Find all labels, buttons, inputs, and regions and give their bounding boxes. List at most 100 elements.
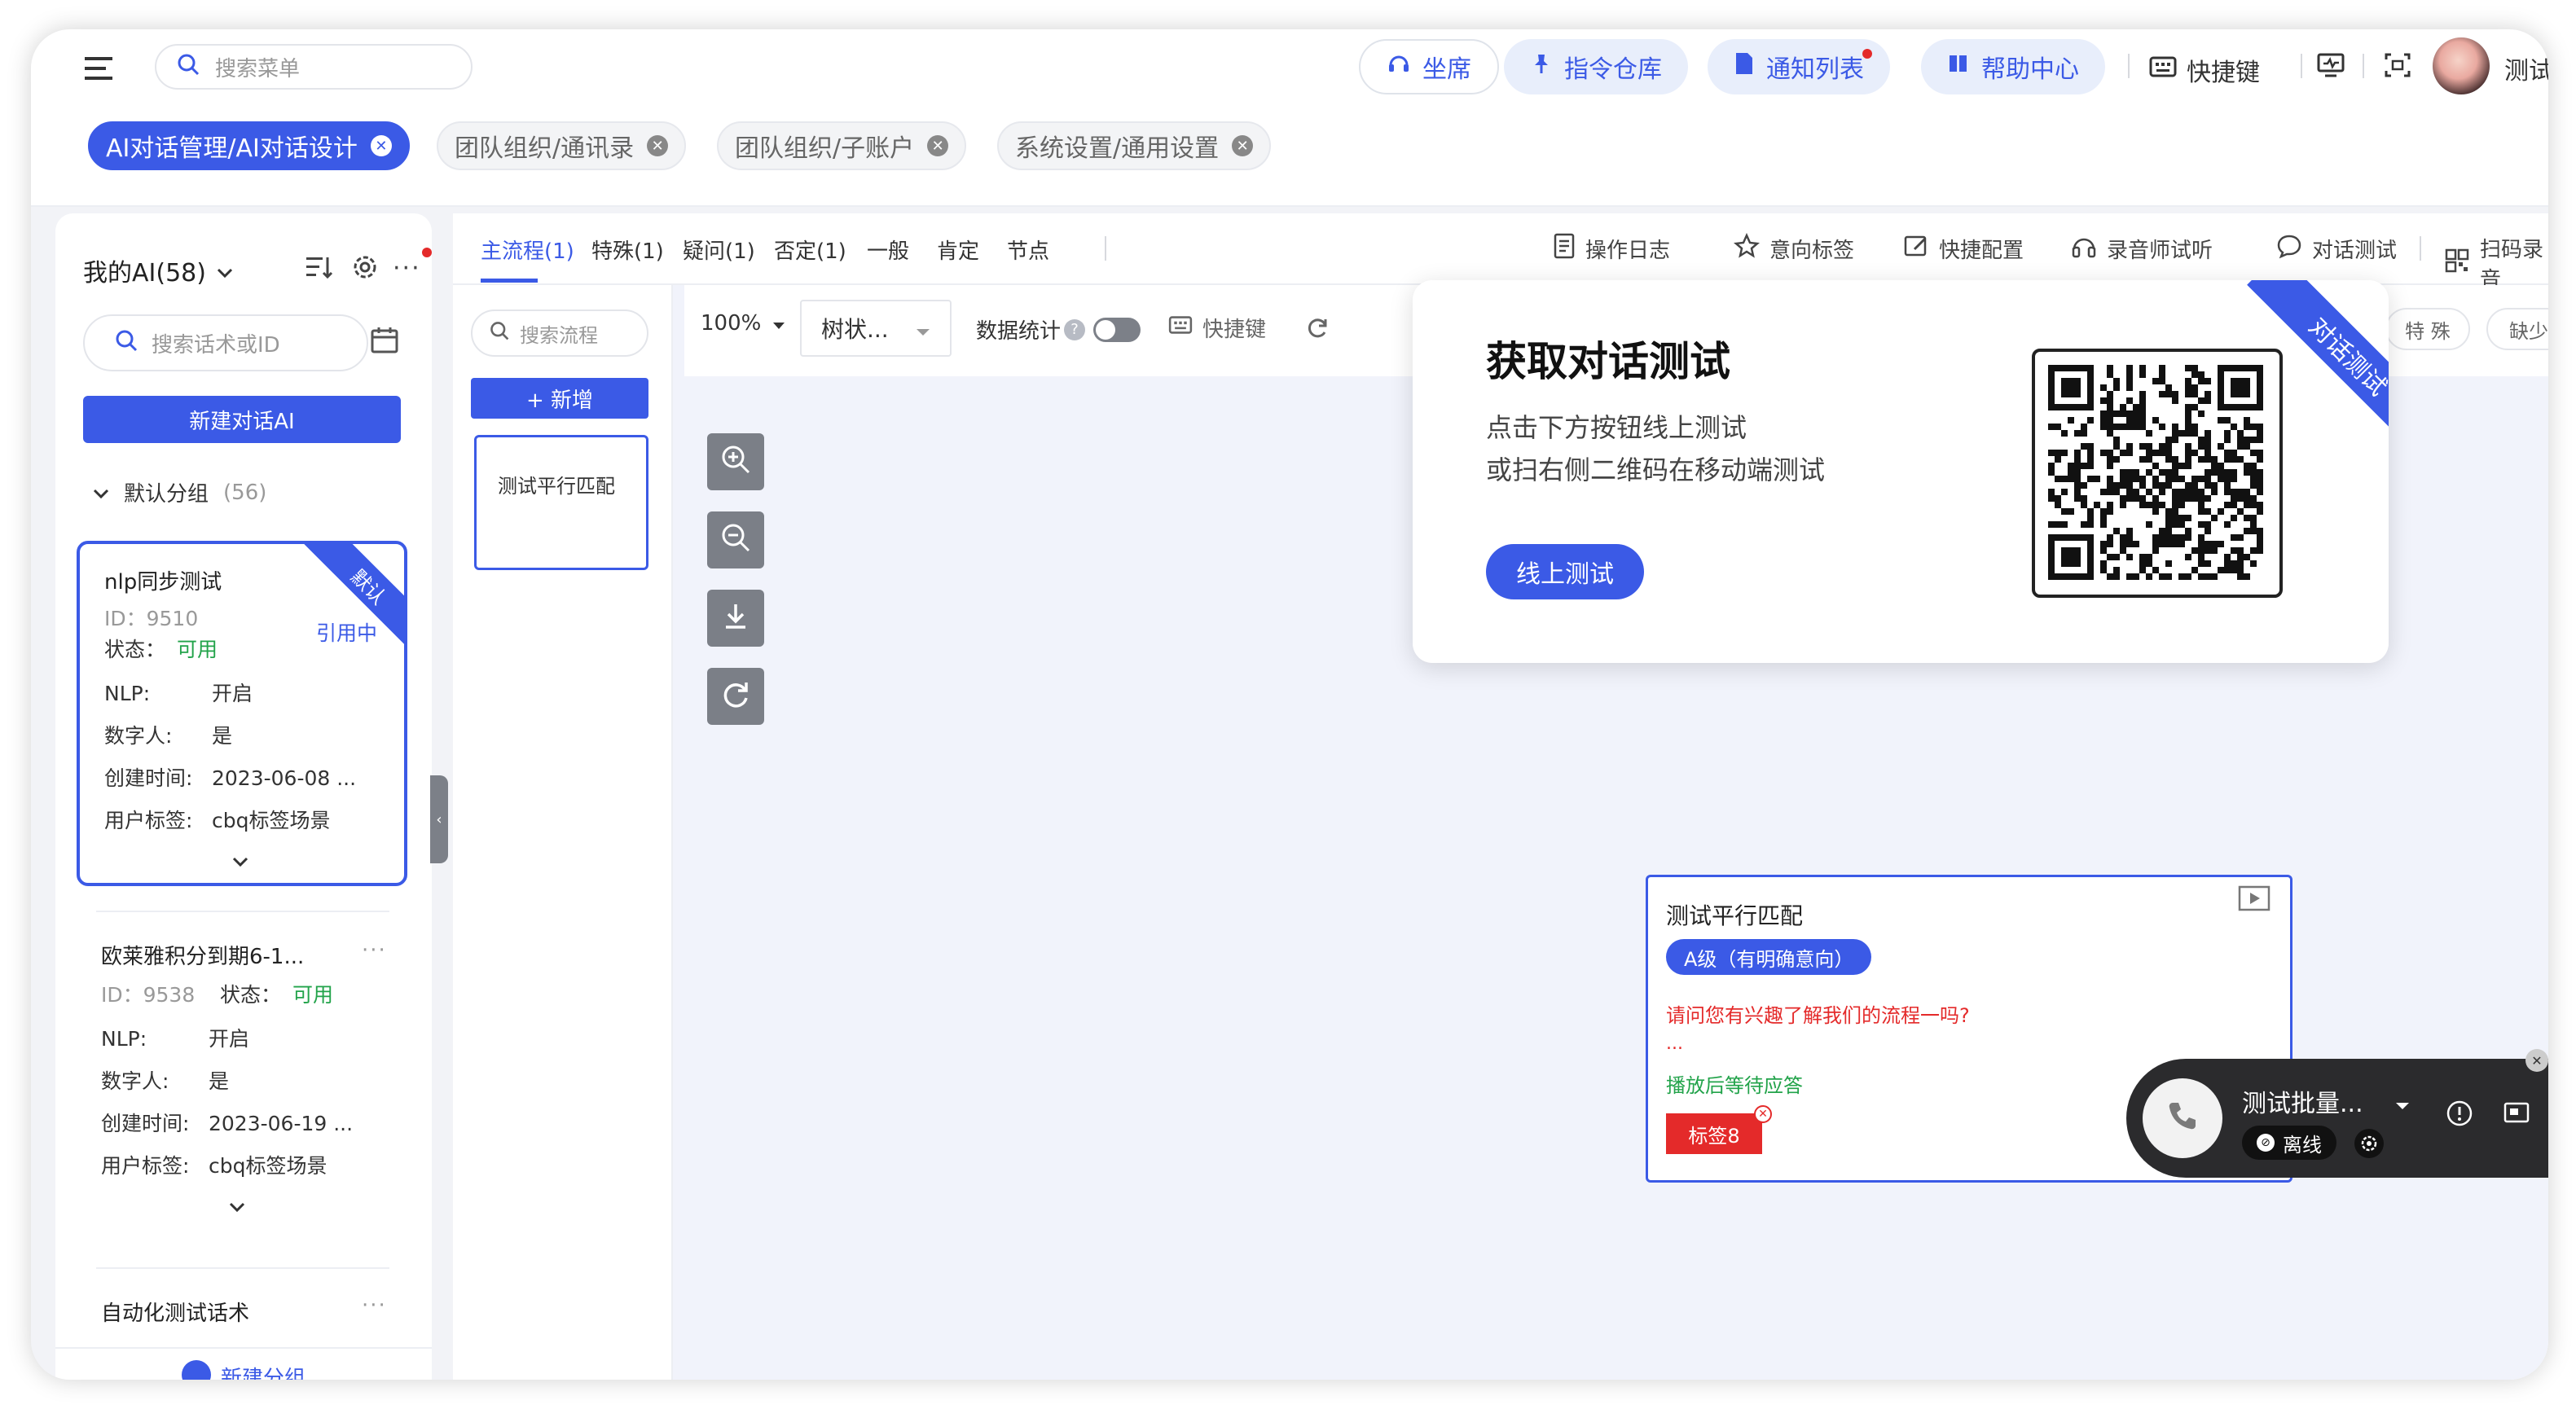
refresh-icon[interactable] (1305, 316, 1330, 346)
zoom-select[interactable]: 100% (701, 311, 785, 336)
scan-icon[interactable] (2384, 52, 2411, 84)
more-icon[interactable]: ··· (362, 938, 387, 963)
canvas-shortcut-button[interactable]: 快捷键 (1168, 313, 1266, 343)
search-icon (176, 52, 200, 82)
tab-main-flow[interactable]: 主流程(1) (481, 235, 574, 265)
tab-nodes[interactable]: 节点 (1007, 235, 1049, 265)
offline-status[interactable]: ⊘ 离线 (2242, 1126, 2336, 1160)
keyboard-icon (2149, 55, 2177, 85)
menu-search-input[interactable]: 搜索菜单 (215, 52, 300, 82)
node-title: 测试平行匹配 (1666, 902, 1804, 929)
caret-down-icon[interactable] (2395, 1091, 2410, 1116)
new-ai-button[interactable]: 新建对话AI (83, 396, 401, 443)
calendar-icon[interactable] (370, 326, 399, 361)
tab-contacts[interactable]: 团队组织/通讯录 ✕ (437, 121, 687, 170)
sort-icon[interactable] (305, 254, 334, 286)
screen-icon[interactable] (2503, 1100, 2530, 1133)
chip-special[interactable]: 特 殊 (2385, 308, 2470, 350)
ai-card-name[interactable]: 自动化测试话术 (101, 1297, 249, 1327)
close-icon[interactable]: ✕ (2525, 1049, 2548, 1072)
chevron-down-icon[interactable] (228, 1194, 246, 1218)
info-icon[interactable] (2446, 1100, 2473, 1133)
divider (96, 1267, 389, 1269)
collapse-handle[interactable]: ‹ (430, 775, 448, 863)
zoom-out-button[interactable] (707, 511, 764, 568)
tab-ai-dialog-design[interactable]: AI对话管理/AI对话设计 ✕ (88, 121, 410, 170)
chat-bubble-icon (2276, 233, 2302, 265)
keyboard-icon (1168, 315, 1193, 340)
user-name[interactable]: 测试 (2504, 50, 2548, 86)
avatar[interactable] (2433, 37, 2490, 94)
ai-card[interactable]: 欧莱雅积分到期6-1... ··· ID：9538 状态： 可用 NLP: 开启 数… (77, 919, 407, 1261)
operation-log-button[interactable]: 操作日志 (1553, 233, 1670, 265)
reset-view-button[interactable] (707, 668, 764, 725)
flow-search-input[interactable]: 搜索流程 (520, 319, 598, 348)
tab-general[interactable]: 一般 (867, 235, 909, 265)
phone-button[interactable] (2143, 1078, 2222, 1158)
close-icon[interactable]: ✕ (647, 135, 669, 156)
close-icon[interactable]: ✕ (1232, 135, 1254, 156)
qr-code (2032, 349, 2283, 598)
scan-record-button[interactable]: 扫码录音 (2444, 233, 2548, 293)
tags-value: cbq标签场景 (212, 809, 331, 832)
tab-question[interactable]: 疑问(1) (683, 235, 755, 265)
tab-general-settings[interactable]: 系统设置/通用设置 ✕ (997, 121, 1272, 170)
monitor-icon[interactable] (2317, 52, 2345, 84)
more-icon[interactable]: ··· (362, 1293, 387, 1318)
id-label: ID： (104, 607, 147, 630)
seat-button[interactable]: 坐席 (1359, 39, 1499, 94)
dialog-test-button[interactable]: 对话测试 (2276, 233, 2397, 265)
add-flow-button[interactable]: + 新增 (471, 378, 648, 419)
intent-tags-label: 意向标签 (1769, 239, 1855, 263)
group-header[interactable]: 默认分组 (56) (93, 477, 266, 507)
flow-item[interactable]: 测试平行匹配 (474, 435, 648, 570)
tab-sub-accounts[interactable]: 团队组织/子账户 ✕ (717, 121, 967, 170)
shortcut-button[interactable]: 快捷键 (2149, 52, 2260, 88)
close-icon[interactable]: ✕ (927, 135, 949, 156)
online-test-button[interactable]: 线上测试 (1486, 544, 1644, 599)
quick-config-button[interactable]: 快捷配置 (1903, 233, 2024, 265)
download-button[interactable] (707, 590, 764, 647)
help-icon[interactable]: ? (1064, 318, 1086, 340)
recorder-audition-label: 录音师试听 (2107, 239, 2213, 263)
script-search-input[interactable]: 搜索话术或ID (152, 328, 280, 358)
doc-icon (1734, 51, 1755, 82)
refresh-icon (719, 678, 752, 716)
tags-value: cbq标签场景 (209, 1154, 327, 1178)
ai-card-selected[interactable]: 默认 nlp同步测试 ID：9510 状态： 可用 引用中 NLP: 开启 数字人:… (77, 541, 407, 886)
chevron-down-icon[interactable] (231, 849, 249, 873)
menu-search[interactable]: 搜索菜单 (155, 44, 473, 90)
zoom-in-button[interactable] (707, 433, 764, 490)
nlp-value: 开启 (209, 1027, 250, 1051)
notification-list-button[interactable]: 通知列表 (1708, 39, 1890, 94)
help-center-button[interactable]: 帮助中心 (1921, 39, 2105, 94)
canvas-shortcut-label: 快捷键 (1202, 318, 1267, 342)
new-group-button[interactable]: 新建分组 (55, 1347, 432, 1380)
close-icon[interactable]: ✕ (1754, 1105, 1772, 1123)
view-mode-select[interactable]: 树状... (800, 300, 952, 357)
tab-special[interactable]: 特殊(1) (591, 235, 664, 265)
chip-missing[interactable]: 缺少 (2486, 308, 2548, 350)
notification-dot (1862, 49, 1872, 59)
more-icon[interactable]: ··· (393, 254, 421, 283)
offline-label: 离线 (2283, 1133, 2322, 1157)
flow-search[interactable]: 搜索流程 (471, 309, 648, 357)
intent-tags-button[interactable]: 意向标签 (1734, 232, 1855, 265)
tab-negative[interactable]: 否定(1) (774, 235, 846, 265)
recorder-audition-button[interactable]: 录音师试听 (2071, 233, 2213, 265)
script-search[interactable]: 搜索话术或ID (83, 314, 368, 371)
divider (2301, 54, 2302, 78)
close-icon[interactable]: ✕ (370, 135, 392, 156)
id-value: 9538 (143, 983, 196, 1007)
data-stats-toggle[interactable] (1093, 317, 1141, 342)
play-icon[interactable] (2238, 885, 2270, 917)
menu-toggle-icon[interactable] (83, 54, 116, 89)
headset-icon (1387, 51, 1411, 82)
ai-card-status: 状态： 可用 (220, 979, 333, 1008)
plus-circle-icon (181, 1360, 211, 1380)
gear-icon[interactable] (2354, 1129, 2384, 1158)
command-store-button[interactable]: 指令仓库 (1504, 39, 1688, 94)
gear-icon[interactable] (350, 252, 380, 288)
sidebar-title-dropdown[interactable]: 我的AI(58) (83, 252, 234, 288)
tab-positive[interactable]: 肯定 (937, 235, 979, 265)
